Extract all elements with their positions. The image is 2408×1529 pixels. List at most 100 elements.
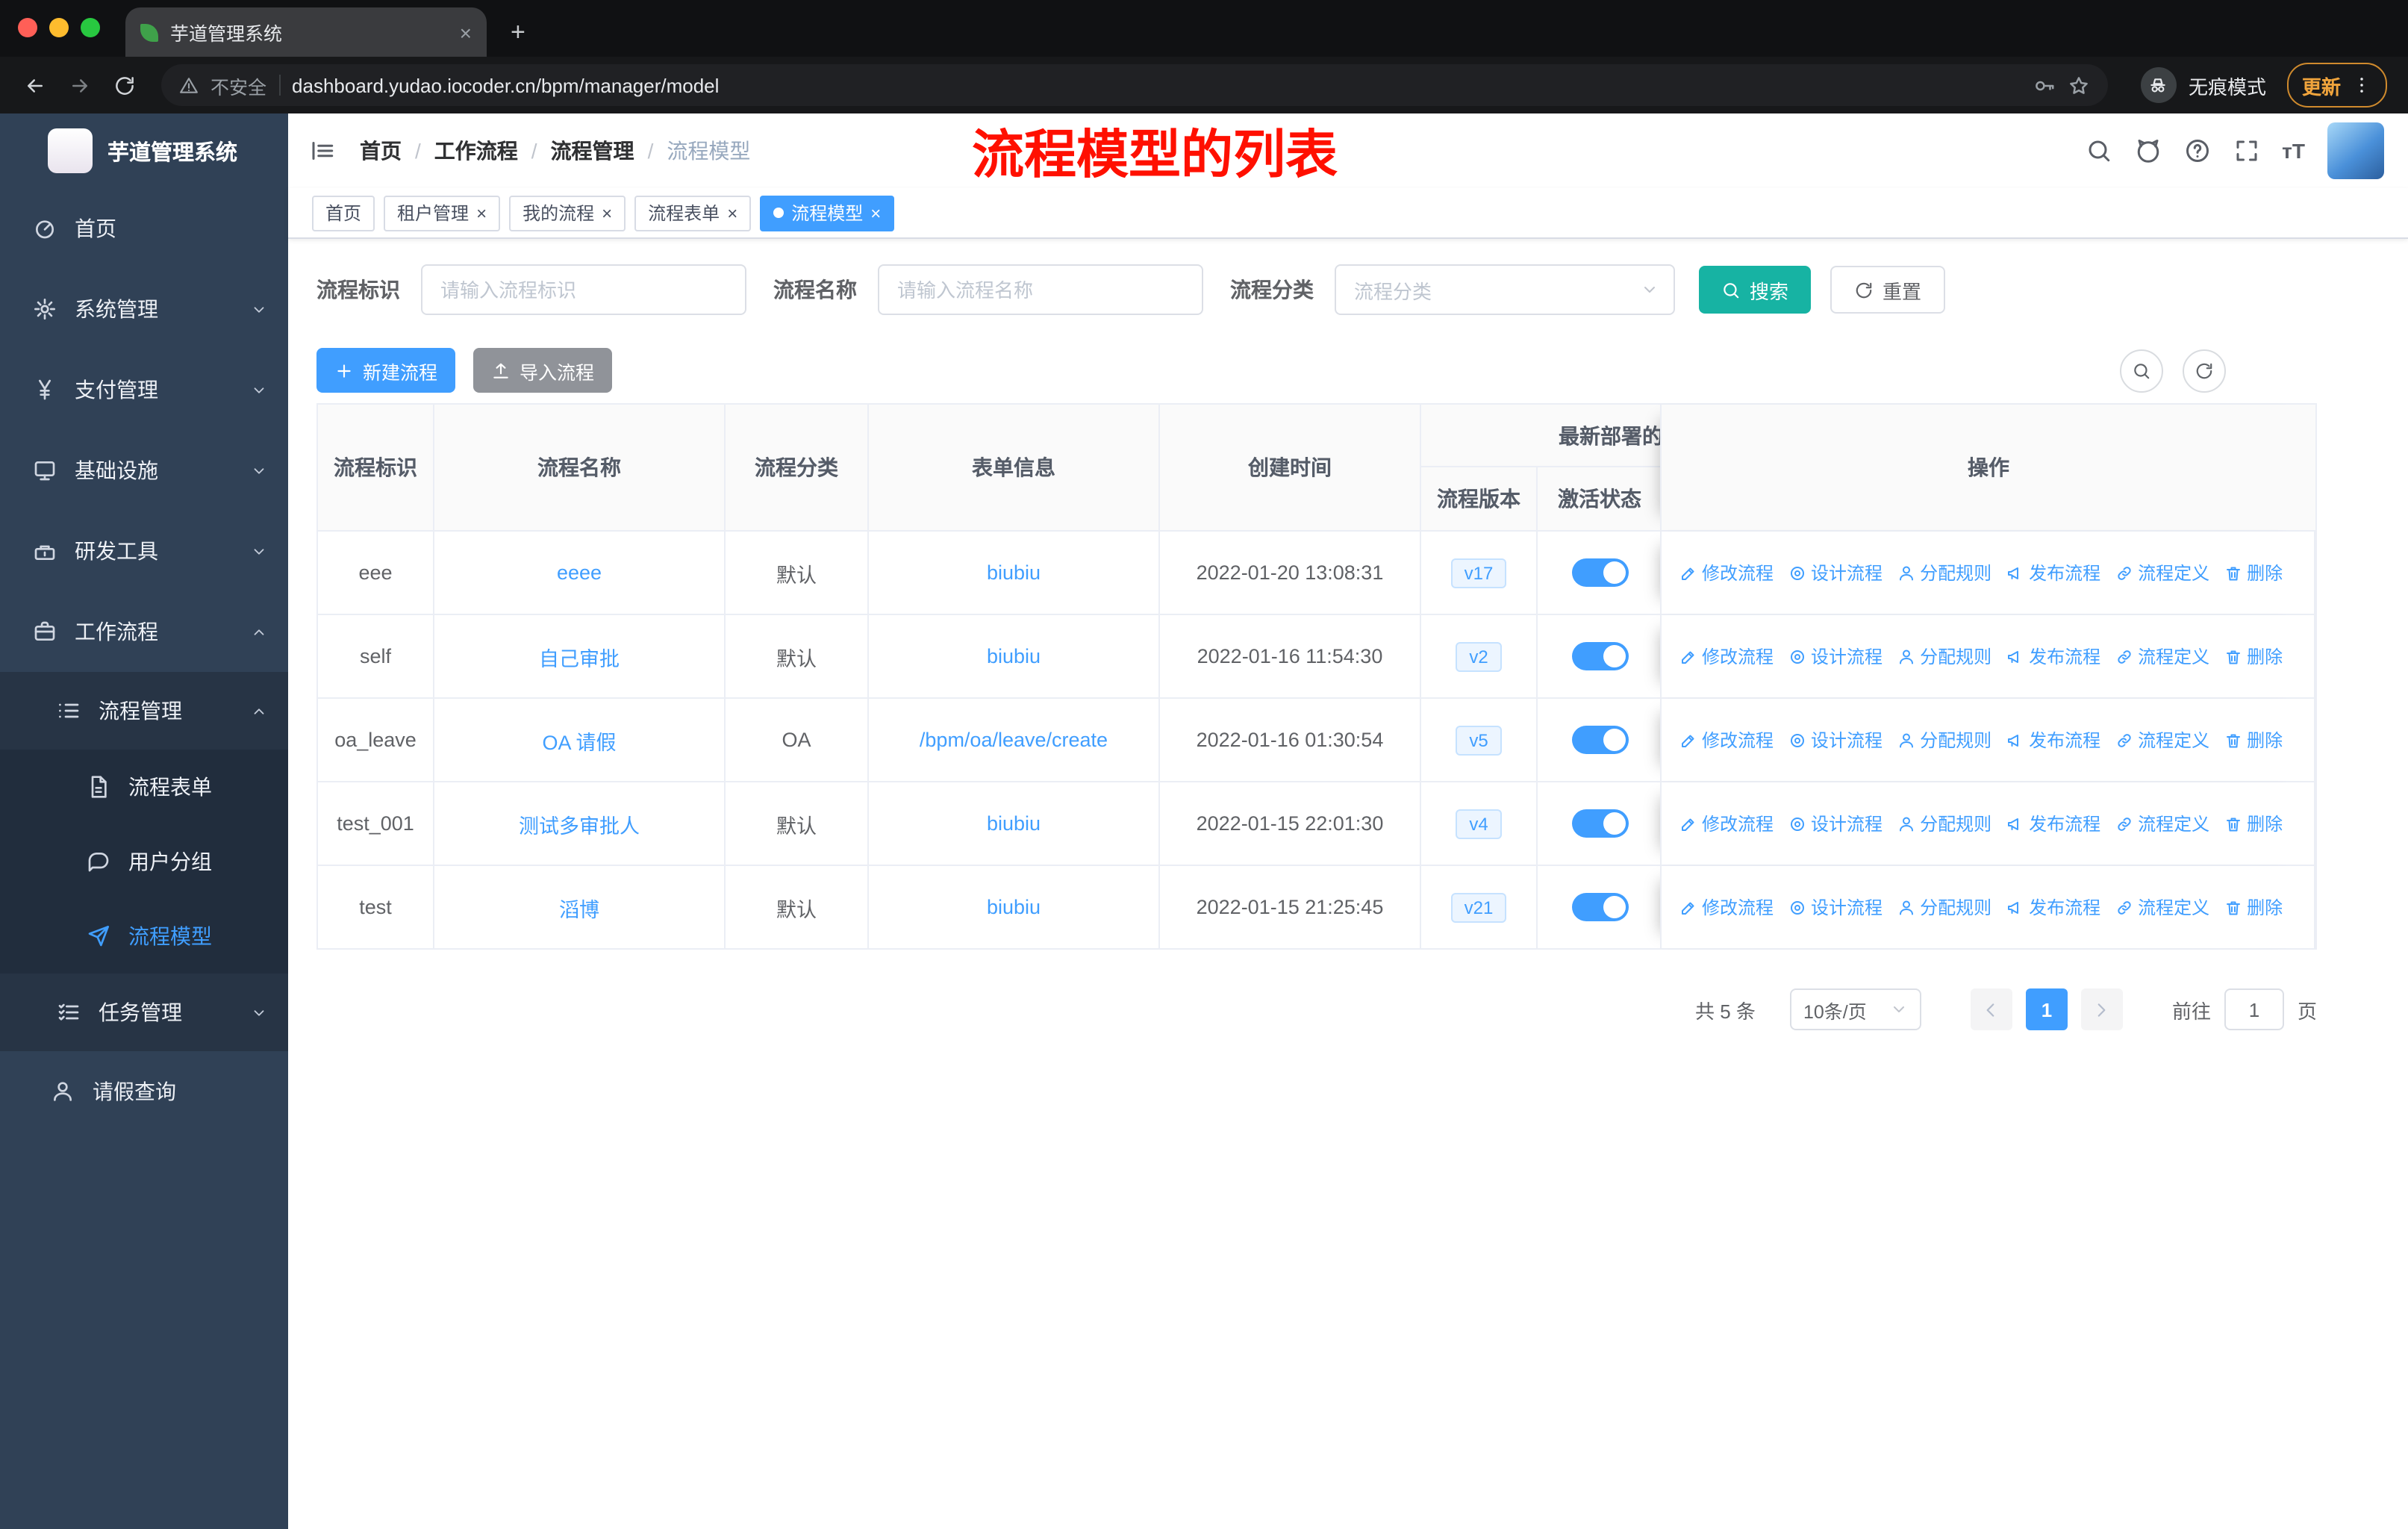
version-badge[interactable]: v17 [1450,558,1507,588]
address-bar[interactable]: 不安全 dashboard.yudao.iocoder.cn/bpm/manag… [161,64,2108,106]
row-action-publish[interactable]: 发布流程 [2006,727,2100,753]
tag-my-process[interactable]: 我的流程 × [509,195,626,231]
sidebar-item-workflow[interactable]: 工作流程 [0,591,288,672]
sidebar-item-infrastructure[interactable]: 基础设施 [0,430,288,511]
row-action-delete[interactable]: 删除 [2224,560,2283,585]
row-action-design[interactable]: 设计流程 [1788,644,1883,669]
row-action-definition[interactable]: 流程定义 [2115,727,2209,753]
row-action-assign-rule[interactable]: 分配规则 [1897,727,1991,753]
row-action-assign-rule[interactable]: 分配规则 [1897,644,1991,669]
create-process-button[interactable]: 新建流程 [316,348,456,393]
tag-close-icon[interactable]: × [602,204,612,222]
row-action-definition[interactable]: 流程定义 [2115,894,2209,920]
tag-close-icon[interactable]: × [727,204,737,222]
form-link[interactable]: biubiu [987,812,1041,835]
goto-page-input[interactable] [2224,988,2284,1030]
row-action-definition[interactable]: 流程定义 [2115,811,2209,836]
status-toggle[interactable] [1571,809,1628,838]
form-link[interactable]: biubiu [987,561,1041,584]
row-action-assign-rule[interactable]: 分配规则 [1897,560,1991,585]
row-action-delete[interactable]: 删除 [2224,644,2283,669]
prev-page-button[interactable] [1970,988,2012,1030]
app-logo[interactable]: 芋道管理系统 [0,113,288,188]
row-action-publish[interactable]: 发布流程 [2006,560,2100,585]
tag-home[interactable]: 首页 [312,195,375,231]
sidebar-item-system[interactable]: 系统管理 [0,269,288,349]
page-size-select[interactable]: 10条/页 [1789,988,1921,1030]
status-toggle[interactable] [1571,726,1628,754]
fullscreen-icon[interactable] [2233,137,2259,164]
font-size-icon[interactable]: тT [2282,139,2305,163]
row-action-design[interactable]: 设计流程 [1788,727,1883,753]
sidebar-item-user-group[interactable]: 用户分组 [0,824,288,899]
row-action-delete[interactable]: 删除 [2224,811,2283,836]
version-badge[interactable]: v2 [1456,641,1502,671]
filter-key-input[interactable] [421,264,746,315]
tag-process-model[interactable]: 流程模型 × [760,195,895,231]
row-action-modify[interactable]: 修改流程 [1679,811,1774,836]
status-toggle[interactable] [1571,893,1628,921]
row-action-modify[interactable]: 修改流程 [1679,727,1774,753]
row-action-publish[interactable]: 发布流程 [2006,894,2100,920]
form-link[interactable]: biubiu [987,896,1041,918]
row-action-assign-rule[interactable]: 分配规则 [1897,811,1991,836]
process-name-link[interactable]: 测试多审批人 [519,809,640,838]
new-tab-button[interactable]: + [511,19,525,45]
sidebar-item-home[interactable]: 首页 [0,188,288,269]
row-action-definition[interactable]: 流程定义 [2115,644,2209,669]
sidebar-item-process-model[interactable]: 流程模型 [0,899,288,974]
window-zoom-button[interactable] [81,18,100,37]
forward-button[interactable] [60,66,99,105]
row-action-delete[interactable]: 删除 [2224,894,2283,920]
search-button[interactable]: 搜索 [1699,266,1812,314]
process-name-link[interactable]: OA 请假 [542,725,616,755]
back-button[interactable] [15,66,54,105]
window-minimize-button[interactable] [49,18,69,37]
sidebar-item-process-form[interactable]: 流程表单 [0,750,288,824]
row-action-assign-rule[interactable]: 分配规则 [1897,894,1991,920]
version-badge[interactable]: v4 [1456,809,1502,838]
breadcrumb-item[interactable]: 流程管理 [551,136,634,166]
tag-tenant-management[interactable]: 租户管理 × [384,195,501,231]
row-action-design[interactable]: 设计流程 [1788,894,1883,920]
browser-tab[interactable]: 芋道管理系统 × [125,7,487,57]
reset-button[interactable]: 重置 [1830,266,1946,314]
sidebar-item-payment[interactable]: 支付管理 [0,349,288,430]
version-badge[interactable]: v21 [1450,892,1507,922]
refresh-table-button[interactable] [2183,349,2226,392]
window-close-button[interactable] [18,18,37,37]
sidebar-item-dev-tools[interactable]: 研发工具 [0,511,288,591]
process-name-link[interactable]: 滔博 [559,892,599,922]
next-page-button[interactable] [2080,988,2123,1030]
help-icon[interactable] [2183,137,2210,164]
search-icon[interactable] [2085,137,2112,164]
page-number-button[interactable]: 1 [2025,988,2068,1030]
browser-menu-dots-icon[interactable] [2351,75,2372,96]
row-action-delete[interactable]: 删除 [2224,727,2283,753]
row-action-modify[interactable]: 修改流程 [1679,644,1774,669]
version-badge[interactable]: v5 [1456,725,1502,755]
status-toggle[interactable] [1571,642,1628,670]
row-action-publish[interactable]: 发布流程 [2006,811,2100,836]
user-avatar[interactable] [2327,122,2384,179]
form-link[interactable]: biubiu [987,645,1041,667]
row-action-design[interactable]: 设计流程 [1788,811,1883,836]
toggle-search-button[interactable] [2120,349,2163,392]
sidebar-item-process-management[interactable]: 流程管理 [0,672,288,750]
tag-close-icon[interactable]: × [870,204,881,222]
import-process-button[interactable]: 导入流程 [473,348,613,393]
row-action-design[interactable]: 设计流程 [1788,560,1883,585]
tab-close-icon[interactable]: × [460,22,472,43]
update-button[interactable]: 更新 [2286,63,2387,108]
row-action-modify[interactable]: 修改流程 [1679,560,1774,585]
filter-category-select[interactable]: 流程分类 [1335,264,1675,315]
bookmark-star-icon[interactable] [2068,74,2090,96]
status-toggle[interactable] [1571,558,1628,587]
process-name-link[interactable]: eeee [557,561,602,584]
reload-button[interactable] [105,66,143,105]
sidebar-toggle-icon[interactable] [309,137,336,164]
sidebar-item-task-management[interactable]: 任务管理 [0,974,288,1051]
password-key-icon[interactable] [2033,74,2056,96]
row-action-modify[interactable]: 修改流程 [1679,894,1774,920]
sidebar-item-leave-query[interactable]: 请假查询 [0,1051,288,1132]
